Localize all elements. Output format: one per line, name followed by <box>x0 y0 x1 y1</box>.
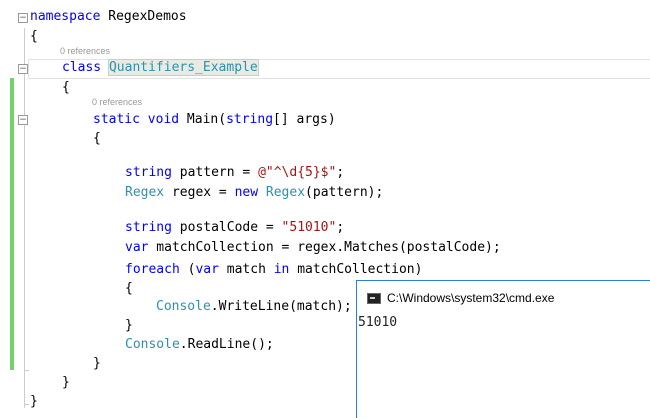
code-token: { <box>93 131 101 146</box>
code-token: [] args) <box>273 112 336 127</box>
code-token: var <box>125 240 149 255</box>
code-line[interactable]: { <box>30 28 38 46</box>
code-token: pattern = <box>171 165 259 180</box>
code-token: foreach <box>125 262 180 277</box>
change-indicator-bar <box>10 78 14 370</box>
code-line[interactable]: { <box>93 130 101 148</box>
code-line[interactable]: string pattern = @"^\d{5}$"; <box>125 164 344 182</box>
code-token: Quantifiers_Example <box>107 59 259 76</box>
code-token: ; <box>336 165 345 180</box>
code-line[interactable]: string postalCode = "51010"; <box>125 219 344 237</box>
collapse-method-icon[interactable]: − <box>18 115 28 125</box>
code-line[interactable]: } <box>30 393 38 411</box>
code-token: .WriteLine(match); <box>210 299 352 314</box>
code-token: Main( <box>179 112 227 127</box>
codelens-references-main[interactable]: 0 references <box>92 97 142 107</box>
code-token: RegexDemos <box>100 9 187 24</box>
code-line[interactable]: Console.WriteLine(match); <box>156 298 352 316</box>
console-title: C:\Windows\system32\cmd.exe <box>387 291 555 305</box>
code-line[interactable]: class Quantifiers_Example <box>62 59 259 77</box>
console-output: 51010 <box>358 315 398 330</box>
code-line[interactable]: { <box>125 280 133 298</box>
code-line[interactable]: static void Main(string[] args) <box>93 111 336 129</box>
code-token: .ReadLine(); <box>179 337 274 352</box>
collapse-namespace-icon[interactable]: − <box>18 13 28 23</box>
code-token: string <box>125 165 172 180</box>
code-token: Console <box>156 299 211 314</box>
code-token: matchCollection) <box>289 262 423 277</box>
code-token: { <box>125 281 133 296</box>
code-token: Regex <box>125 185 165 200</box>
code-line[interactable]: } <box>62 374 70 392</box>
code-token: new <box>234 185 259 200</box>
code-token: { <box>62 80 70 95</box>
code-line[interactable]: Regex regex = new Regex(pattern); <box>125 184 383 202</box>
code-token: (pattern); <box>305 185 384 200</box>
code-token: @"^\d{5}$" <box>258 165 337 180</box>
collapse-class-icon[interactable]: − <box>18 64 28 74</box>
code-token: string <box>125 220 172 235</box>
code-token: var <box>195 262 219 277</box>
code-line[interactable]: } <box>93 355 101 373</box>
code-token: in <box>273 262 290 277</box>
code-token: namespace <box>30 9 101 24</box>
cmd-icon <box>367 292 381 304</box>
code-token: regex = <box>164 185 235 200</box>
code-token: ; <box>336 220 345 235</box>
code-token: string <box>226 112 274 127</box>
code-token: Regex <box>265 185 306 200</box>
code-token: } <box>125 318 133 333</box>
code-line[interactable]: var matchCollection = regex.Matches(post… <box>125 239 501 257</box>
outline-end-tick <box>24 370 29 371</box>
code-token: } <box>30 394 38 409</box>
console-window[interactable]: C:\Windows\system32\cmd.exe 51010 <box>356 280 650 418</box>
code-line[interactable]: namespace RegexDemos <box>30 8 187 26</box>
code-token: Console <box>125 337 180 352</box>
code-token: } <box>93 356 101 371</box>
code-token: { <box>30 29 38 44</box>
code-token: "51010" <box>281 220 337 235</box>
code-token: class <box>62 60 102 75</box>
codelens-references-class[interactable]: 0 references <box>60 46 110 56</box>
code-token: void <box>147 112 180 127</box>
outline-guide <box>24 28 25 408</box>
code-line[interactable]: { <box>62 79 70 97</box>
code-token: } <box>62 375 70 390</box>
code-token: match <box>218 262 274 277</box>
outline-end-tick <box>24 404 29 405</box>
console-title-bar[interactable]: C:\Windows\system32\cmd.exe <box>367 291 554 305</box>
code-line[interactable]: } <box>125 317 133 335</box>
code-line[interactable]: Console.ReadLine(); <box>125 336 274 354</box>
code-token: static <box>93 112 140 127</box>
code-token: postalCode = <box>171 220 282 235</box>
code-token: matchCollection = regex.Matches(postalCo… <box>148 240 501 255</box>
code-token: ( <box>179 262 196 277</box>
code-line[interactable]: foreach (var match in matchCollection) <box>125 261 422 279</box>
